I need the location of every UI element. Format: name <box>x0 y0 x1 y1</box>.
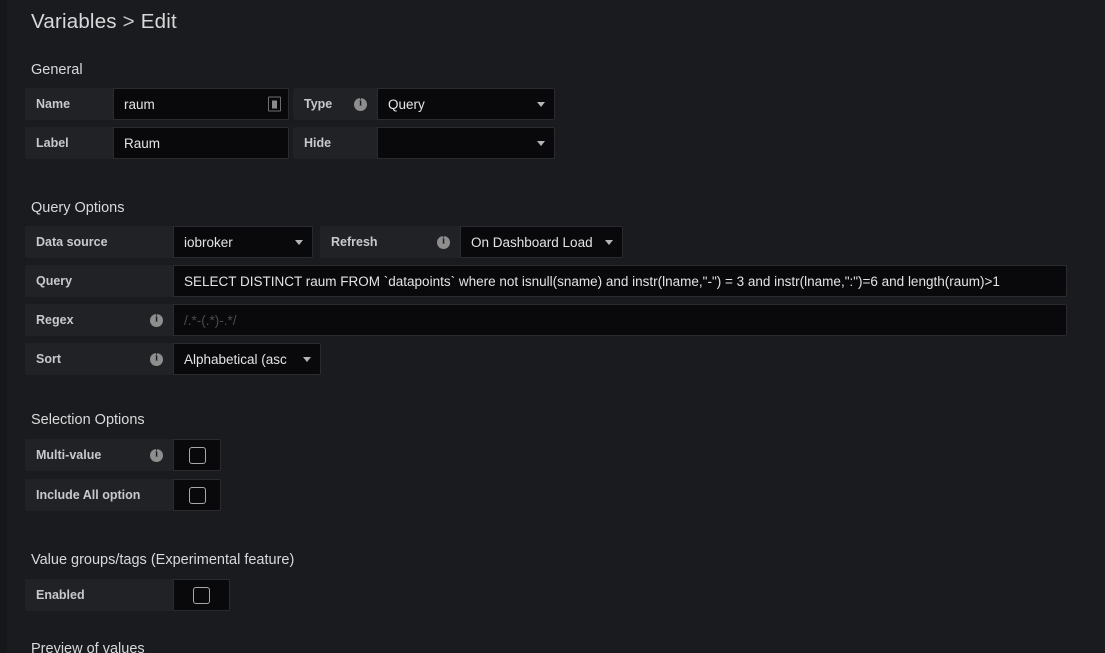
chevron-down-icon <box>537 140 545 146</box>
section-title-general: General <box>31 62 83 78</box>
section-title-preview-cutoff: Preview of values <box>31 641 145 653</box>
info-icon[interactable]: i <box>150 352 163 366</box>
breadcrumb-root[interactable]: Variables <box>31 10 117 33</box>
breadcrumb-current: Edit <box>140 10 177 33</box>
left-edge-strip <box>0 0 7 653</box>
field-row-regex: Regex i /.*-(.*)-.*/ <box>25 304 1067 336</box>
enabled-checkbox[interactable] <box>193 586 210 604</box>
field-row-include-all: Include All option <box>25 479 221 511</box>
type-label: Type i <box>293 88 377 120</box>
multi-value-checkbox[interactable] <box>188 446 206 464</box>
refresh-select[interactable]: On Dashboard Load <box>460 226 623 258</box>
chevron-down-icon <box>605 239 613 245</box>
text-cursor-icon <box>268 96 281 112</box>
refresh-label: Refresh i <box>320 226 460 258</box>
sort-label: Sort i <box>25 343 173 375</box>
info-icon[interactable]: i <box>150 448 163 462</box>
field-row-datasource: Data source iobroker <box>25 226 313 258</box>
field-row-sort: Sort i Alphabetical (asc <box>25 343 321 375</box>
info-icon[interactable]: i <box>437 235 450 249</box>
hide-label: Hide <box>293 127 377 159</box>
variable-edit-page: Variables > Edit General Name raum Type … <box>0 0 1105 653</box>
query-input-value: SELECT DISTINCT raum FROM `datapoints` w… <box>184 273 1000 289</box>
field-row-name: Name raum <box>25 88 289 120</box>
datasource-select-value: iobroker <box>184 234 233 250</box>
hide-select[interactable] <box>377 127 555 159</box>
multi-value-label: Multi-value i <box>25 439 173 471</box>
info-icon[interactable]: i <box>354 97 367 111</box>
field-row-refresh: Refresh i On Dashboard Load <box>320 226 623 258</box>
section-title-value-groups: Value groups/tags (Experimental feature) <box>31 552 295 568</box>
field-row-enabled: Enabled <box>25 579 230 611</box>
include-all-checkbox[interactable] <box>188 486 206 504</box>
query-label: Query <box>25 265 173 297</box>
name-input-value: raum <box>124 96 155 112</box>
label-input-value: Raum <box>124 135 161 151</box>
section-title-query-options: Query Options <box>31 200 125 216</box>
field-row-type: Type i Query <box>293 88 555 120</box>
field-row-multi-value: Multi-value i <box>25 439 221 471</box>
datasource-label: Data source <box>25 226 173 258</box>
multi-value-checkbox-cell[interactable] <box>173 439 221 471</box>
field-row-label: Label Raum <box>25 127 289 159</box>
name-label: Name <box>25 88 113 120</box>
enabled-label: Enabled <box>25 579 173 611</box>
enabled-checkbox-cell[interactable] <box>173 579 230 611</box>
regex-label: Regex i <box>25 304 173 336</box>
regex-input[interactable]: /.*-(.*)-.*/ <box>173 304 1067 336</box>
section-title-selection-options: Selection Options <box>31 412 145 428</box>
datasource-select[interactable]: iobroker <box>173 226 313 258</box>
sort-select-value: Alphabetical (asc <box>184 351 287 367</box>
include-all-checkbox-cell[interactable] <box>173 479 221 511</box>
sort-select[interactable]: Alphabetical (asc <box>173 343 321 375</box>
info-icon[interactable]: i <box>150 313 163 327</box>
field-row-query: Query SELECT DISTINCT raum FROM `datapoi… <box>25 265 1067 297</box>
label-label: Label <box>25 127 113 159</box>
breadcrumb: Variables > Edit <box>31 10 177 34</box>
breadcrumb-separator: > <box>122 10 135 33</box>
name-input[interactable]: raum <box>113 88 289 120</box>
type-select-value: Query <box>388 96 425 112</box>
regex-input-placeholder: /.*-(.*)-.*/ <box>184 312 237 328</box>
chevron-down-icon <box>295 239 303 245</box>
query-input[interactable]: SELECT DISTINCT raum FROM `datapoints` w… <box>173 265 1067 297</box>
label-input[interactable]: Raum <box>113 127 289 159</box>
include-all-label: Include All option <box>25 479 173 511</box>
chevron-down-icon <box>303 356 311 362</box>
field-row-hide: Hide <box>293 127 555 159</box>
chevron-down-icon <box>537 101 545 107</box>
refresh-select-value: On Dashboard Load <box>471 234 593 250</box>
type-select[interactable]: Query <box>377 88 555 120</box>
